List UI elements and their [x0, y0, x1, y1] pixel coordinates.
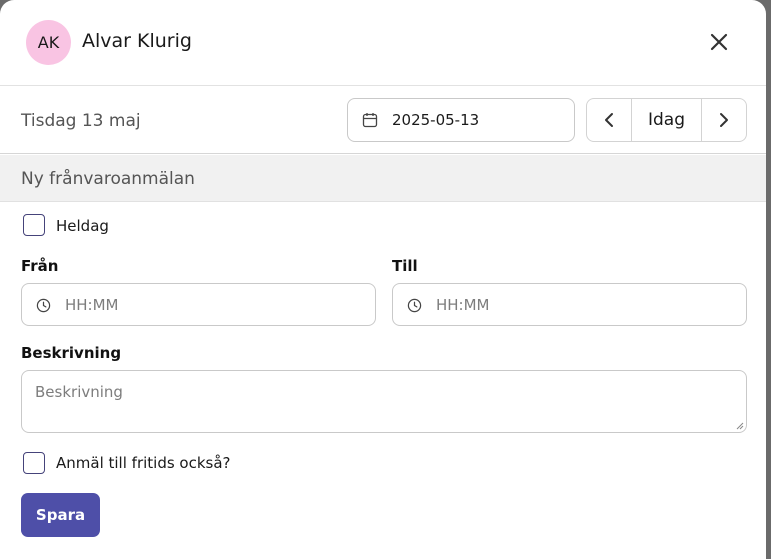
to-label: Till — [392, 257, 418, 275]
chevron-right-icon — [720, 113, 728, 127]
date-value: 2025-05-13 — [392, 111, 480, 129]
next-day-button[interactable] — [702, 99, 746, 141]
all-day-checkbox[interactable] — [23, 214, 45, 236]
close-icon — [710, 33, 728, 51]
date-navigation: Idag — [586, 98, 747, 142]
description-placeholder: Beskrivning — [35, 383, 123, 401]
section-header: Ny frånvaroanmälan — [0, 155, 766, 202]
afterschool-checkbox[interactable] — [23, 452, 45, 474]
description-textarea[interactable]: Beskrivning — [21, 370, 747, 433]
clock-icon — [36, 298, 51, 313]
clock-icon — [407, 298, 422, 313]
avatar: AK — [26, 20, 71, 65]
save-button[interactable]: Spara — [21, 493, 100, 537]
afterschool-label: Anmäl till fritids också? — [56, 454, 231, 472]
today-button[interactable]: Idag — [631, 99, 702, 141]
description-label: Beskrivning — [21, 344, 122, 362]
resize-grip-icon[interactable] — [736, 422, 744, 430]
date-input[interactable]: 2025-05-13 — [347, 98, 575, 142]
from-time-placeholder: HH:MM — [65, 296, 119, 314]
calendar-icon — [362, 113, 378, 128]
dialog-header: AK Alvar Klurig — [0, 0, 766, 86]
from-time-input[interactable]: HH:MM — [21, 283, 376, 326]
student-name: Alvar Klurig — [82, 30, 192, 52]
day-label: Tisdag 13 maj — [21, 111, 141, 131]
chevron-left-icon — [605, 113, 613, 127]
absence-dialog: AK Alvar Klurig Tisdag 13 maj 2025-05-13… — [0, 0, 766, 559]
to-time-input[interactable]: HH:MM — [392, 283, 747, 326]
all-day-label: Heldag — [56, 217, 109, 235]
to-time-placeholder: HH:MM — [436, 296, 490, 314]
from-label: Från — [21, 257, 59, 275]
close-button[interactable] — [707, 30, 731, 54]
date-bar: Tisdag 13 maj 2025-05-13 Idag — [0, 86, 766, 154]
section-title: Ny frånvaroanmälan — [21, 169, 195, 189]
previous-day-button[interactable] — [587, 99, 631, 141]
